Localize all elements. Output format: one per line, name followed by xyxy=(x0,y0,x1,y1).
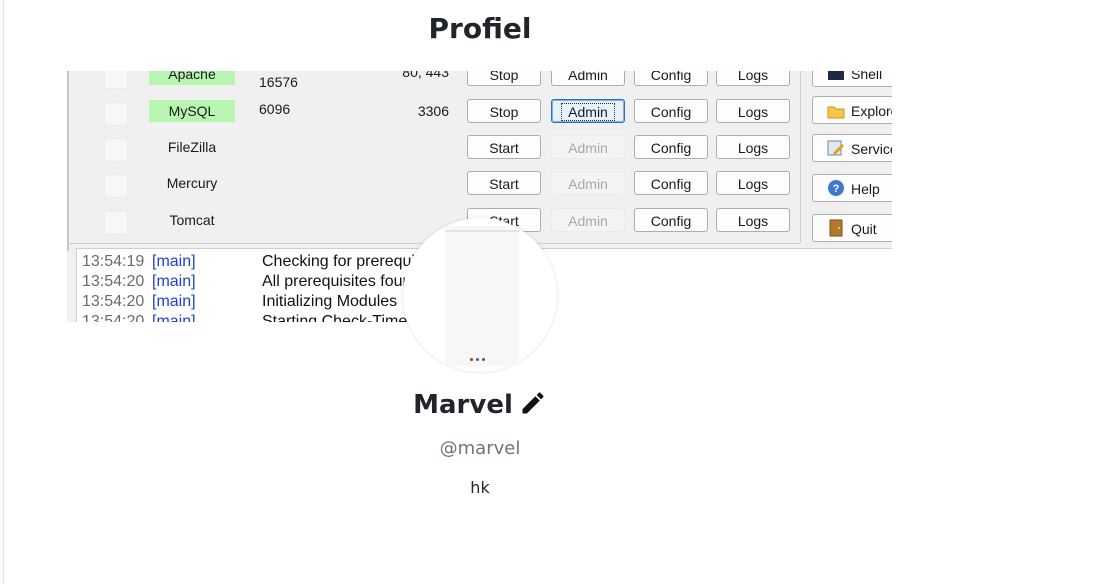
module-checkbox xyxy=(104,138,128,162)
log-message: Starting Check-Timer xyxy=(262,313,413,322)
log-line: 13:54:19 [main] Checking for prerequisites xyxy=(82,252,448,272)
module-name: Apache xyxy=(149,71,235,85)
svg-text:?: ? xyxy=(833,183,840,195)
module-checkbox xyxy=(104,174,128,198)
services-icon xyxy=(827,138,845,156)
avatar-image-line xyxy=(445,230,519,232)
module-row-mysql: MySQL 6096 3306 Stop Admin Config Logs xyxy=(67,96,800,132)
avatar-image xyxy=(445,226,519,366)
module-action-button: Start xyxy=(467,171,541,195)
module-pid: 16576 xyxy=(259,74,298,90)
side-button-label: Explorer xyxy=(851,103,892,119)
avatar-image-dot xyxy=(482,358,485,361)
profile-handle: @marvel xyxy=(439,438,521,459)
side-button-shell: Shell xyxy=(812,71,892,87)
side-button-label: Services xyxy=(851,141,892,157)
side-button-label: Quit xyxy=(851,221,877,237)
profile-avatar[interactable] xyxy=(403,218,557,372)
module-logs-button: Logs xyxy=(716,208,790,232)
banner-divider xyxy=(800,71,801,243)
module-name: Tomcat xyxy=(169,212,215,228)
module-admin-button: Admin xyxy=(551,171,625,195)
profile-name: Marvel xyxy=(413,390,513,420)
log-line: 13:54:20 [main] Initializing Modules xyxy=(82,292,397,312)
side-button-explorer: Explorer xyxy=(812,96,892,124)
side-button-quit: Quit xyxy=(812,214,892,242)
module-name: MySQL xyxy=(149,100,235,122)
module-logs-button: Logs xyxy=(716,171,790,195)
module-row-mercury: Mercury Start Admin Config Logs xyxy=(67,168,800,204)
module-name: Mercury xyxy=(166,175,218,191)
avatar-image-dot xyxy=(470,358,473,361)
module-action-button: Stop xyxy=(467,99,541,123)
module-admin-button: Admin xyxy=(551,99,625,123)
avatar-image-dot xyxy=(476,358,479,361)
module-checkbox xyxy=(104,211,128,235)
side-button-services: Services xyxy=(812,134,892,162)
log-message: All prerequisites found xyxy=(262,273,421,290)
pencil-icon[interactable] xyxy=(519,389,547,417)
log-message: Initializing Modules xyxy=(262,293,398,310)
module-admin-button: Admin xyxy=(551,71,625,86)
module-config-button: Config xyxy=(634,71,708,86)
log-time: 13:54:20 xyxy=(82,313,145,322)
log-line: 13:54:20 [main] Starting Check-Timer xyxy=(82,312,413,322)
module-action-button: Start xyxy=(467,135,541,159)
module-config-button: Config xyxy=(634,208,708,232)
shell-icon xyxy=(827,71,845,80)
module-checkbox xyxy=(104,71,128,89)
module-port: 3306 xyxy=(417,103,449,119)
help-icon: ? xyxy=(827,178,845,196)
module-port: 80, 443 xyxy=(402,71,449,80)
module-row-filezilla: FileZilla Start Admin Config Logs xyxy=(67,132,800,168)
module-admin-button: Admin xyxy=(551,208,625,232)
side-button-help: ? Help xyxy=(812,174,892,202)
module-config-button: Config xyxy=(634,99,708,123)
module-config-button: Config xyxy=(634,171,708,195)
log-time: 13:54:19 xyxy=(82,253,145,270)
log-module: [main] xyxy=(152,253,196,270)
log-time: 13:54:20 xyxy=(82,293,145,310)
log-line: 13:54:20 [main] All prerequisites found xyxy=(82,272,420,292)
log-module: [main] xyxy=(152,273,196,290)
module-logs-button: Logs xyxy=(716,135,790,159)
folder-icon xyxy=(827,100,845,119)
module-logs-button: Logs xyxy=(716,71,790,86)
module-action-button: Stop xyxy=(467,71,541,86)
module-checkbox xyxy=(104,102,128,126)
door-icon xyxy=(827,218,845,237)
module-name: FileZilla xyxy=(167,139,217,155)
module-logs-button: Logs xyxy=(716,99,790,123)
log-module: [main] xyxy=(152,313,196,322)
module-admin-button: Admin xyxy=(551,135,625,159)
log-module: [main] xyxy=(152,293,196,310)
module-pid: 6096 xyxy=(259,101,291,117)
side-button-label: Shell xyxy=(851,71,883,82)
module-config-button: Config xyxy=(634,135,708,159)
page-title: Profiel xyxy=(428,12,532,45)
module-admin-label: Admin xyxy=(561,103,615,121)
profile-name-row: Marvel xyxy=(0,389,960,420)
log-time: 13:54:20 xyxy=(82,273,145,290)
side-button-label: Help xyxy=(851,181,880,197)
module-row-apache: Apache 16576 80, 443 Stop Admin Config L… xyxy=(67,71,800,95)
profile-bio: hk xyxy=(470,478,490,497)
